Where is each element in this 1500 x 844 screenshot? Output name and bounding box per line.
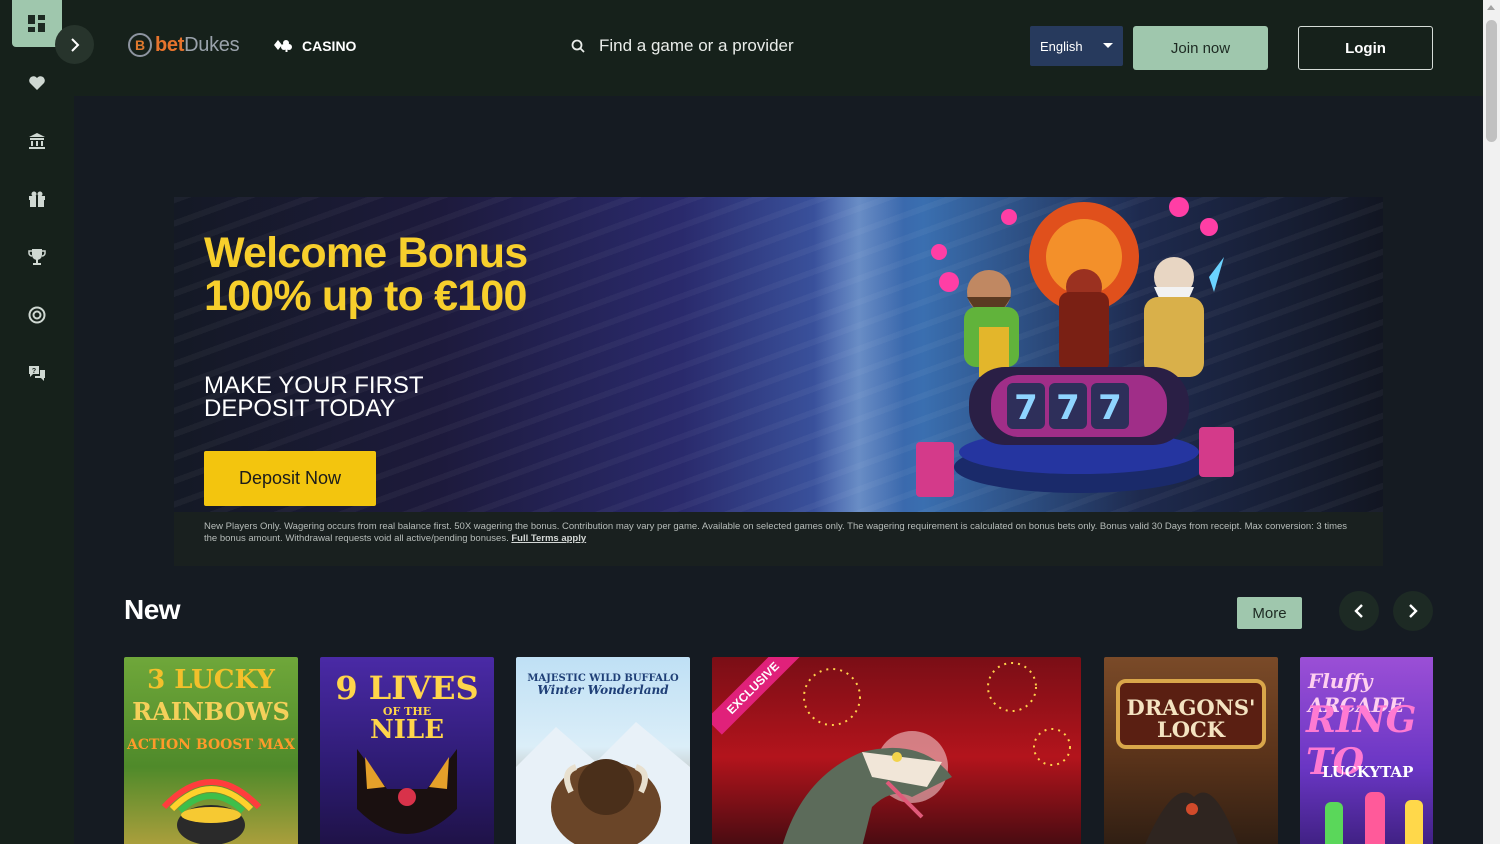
- language-value: English: [1040, 38, 1083, 54]
- game-title-line: 3 LUCKY: [147, 665, 275, 695]
- logo-text-bet: bet: [155, 33, 185, 56]
- chevron-left-icon: [1354, 604, 1363, 618]
- game-tile[interactable]: DRAGONS' LOCK: [1104, 657, 1278, 844]
- sidebar-item-promotions[interactable]: [24, 186, 50, 212]
- game-title-line: LOCK: [1156, 717, 1226, 742]
- banner-subtitle: MAKE YOUR FIRST DEPOSIT TODAY: [204, 372, 424, 422]
- pot-of-gold-art: [161, 779, 262, 844]
- game-title-line: NILE: [369, 715, 445, 745]
- bonus-terms: New Players Only. Wagering occurs from r…: [174, 512, 1383, 566]
- welcome-bonus-banner[interactable]: 7 7 7 Welcome Bonus 100% up to €100 MAKE…: [174, 197, 1383, 512]
- game-tile[interactable]: EXCLUSIVE: [712, 657, 1081, 844]
- search-input[interactable]: Find a game or a provider: [571, 36, 794, 56]
- bank-icon: [29, 133, 45, 149]
- trophy-icon: [28, 249, 46, 265]
- page-scrollbar[interactable]: [1483, 0, 1500, 844]
- chevron-right-icon: [1409, 604, 1418, 618]
- new-games-carousel: 3 LUCKY RAINBOWS ACTION BOOST MAX 9 LIVE…: [124, 657, 1433, 844]
- sidebar-item-tournaments[interactable]: [24, 244, 50, 270]
- dragon-art: [1145, 792, 1238, 844]
- betdukes-logo[interactable]: B betDukes: [128, 33, 240, 57]
- sidebar-expand-button[interactable]: [55, 25, 94, 64]
- sidebar-item-bank[interactable]: [24, 128, 50, 154]
- language-select[interactable]: English: [1030, 26, 1123, 66]
- more-button[interactable]: More: [1237, 597, 1302, 629]
- chevron-right-icon: [70, 37, 79, 52]
- carousel-next-button[interactable]: [1393, 591, 1433, 631]
- game-title-line: Winter Wonderland: [537, 683, 669, 697]
- svg-text:7: 7: [1014, 388, 1038, 428]
- casino-nav-link[interactable]: CASINO: [273, 38, 356, 54]
- game-title-line: RAINBOWS: [132, 697, 290, 726]
- scroll-thumb[interactable]: [1486, 20, 1497, 142]
- cards-icon: [274, 40, 292, 52]
- search-placeholder: Find a game or a provider: [599, 36, 794, 55]
- game-title-line: LUCKYTAP: [1322, 763, 1414, 781]
- casino-label: CASINO: [302, 38, 357, 54]
- svg-text:?: ?: [32, 368, 36, 375]
- logo-mark-icon: B: [128, 33, 152, 57]
- sidebar: ?: [0, 0, 74, 844]
- top-header: B betDukes CASINO Find a game or a provi…: [74, 0, 1483, 96]
- bottles-art: [1325, 792, 1423, 844]
- game-tile[interactable]: 9 LIVES OF THE NILE: [320, 657, 494, 844]
- terms-text: New Players Only. Wagering occurs from r…: [204, 521, 1348, 544]
- full-terms-link[interactable]: Full Terms apply: [511, 533, 586, 544]
- sidebar-item-favorites[interactable]: [24, 70, 50, 96]
- heart-icon: [29, 76, 45, 90]
- target-icon: [28, 306, 46, 324]
- deposit-now-button[interactable]: Deposit Now: [204, 451, 376, 506]
- banner-title: Welcome Bonus 100% up to €100: [204, 229, 528, 320]
- sidebar-item-missions[interactable]: [24, 302, 50, 328]
- game-tile[interactable]: 3 LUCKY RAINBOWS ACTION BOOST MAX: [124, 657, 298, 844]
- caret-down-icon: [1103, 43, 1113, 48]
- game-title-line: ACTION BOOST MAX: [127, 737, 295, 753]
- logo-text-dukes: Dukes: [184, 33, 240, 56]
- login-button[interactable]: Login: [1298, 26, 1433, 70]
- carousel-prev-button[interactable]: [1339, 591, 1379, 631]
- game-tile[interactable]: MAJESTIC WILD BUFFALO Winter Wonderland: [516, 657, 690, 844]
- gift-icon: [29, 191, 45, 207]
- scroll-up-arrow-icon[interactable]: [1487, 5, 1495, 10]
- sidebar-item-support[interactable]: ?: [24, 360, 50, 386]
- cat-mask-art: [357, 749, 457, 834]
- join-now-button[interactable]: Join now: [1133, 26, 1268, 70]
- search-icon: [571, 39, 585, 53]
- game-title-line: 9 LIVES: [335, 669, 479, 707]
- svg-text:7: 7: [1056, 388, 1080, 428]
- new-games-section-title: New: [124, 594, 181, 625]
- game-tile[interactable]: Fluffy ARCADE RING TO LUCKYTAP: [1300, 657, 1433, 844]
- support-chat-icon: ?: [29, 366, 45, 381]
- slot-machine-characters-art: 7 7 7: [916, 197, 1234, 497]
- buffalo-art: [516, 722, 690, 844]
- dashboard-icon: [28, 14, 45, 32]
- svg-text:7: 7: [1098, 388, 1122, 428]
